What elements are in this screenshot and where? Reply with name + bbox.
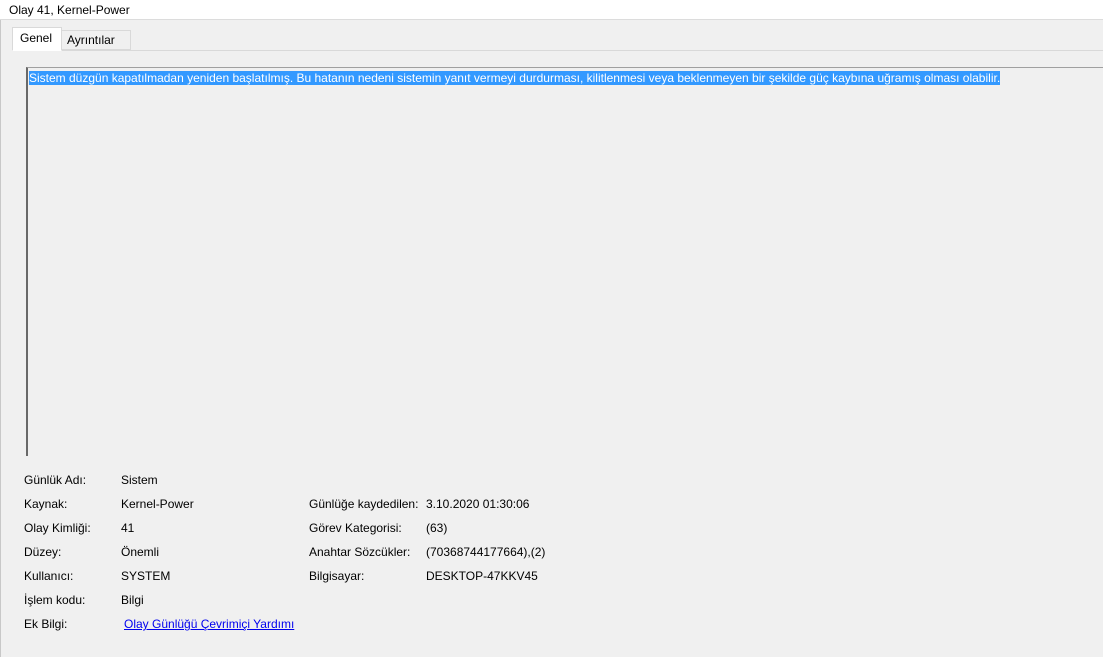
opcode-label: İşlem kodu: xyxy=(24,593,86,607)
level-label: Düzey: xyxy=(24,545,62,559)
source-label: Kaynak: xyxy=(24,497,68,511)
tab-general[interactable]: Genel xyxy=(12,27,62,51)
online-help-link[interactable]: Olay Günlüğü Çevrimiçi Yardımı xyxy=(124,617,294,631)
title-bar: Olay 41, Kernel-Power xyxy=(0,0,1103,20)
event-description: Sistem düzgün kapatılmadan yeniden başla… xyxy=(29,71,1001,85)
tab-divider xyxy=(12,50,1103,51)
opcode-value: Bilgi xyxy=(121,593,144,607)
task-category-label: Görev Kategorisi: xyxy=(309,521,402,535)
log-name-value: Sistem xyxy=(121,473,158,487)
computer-value: DESKTOP-47KKV45 xyxy=(426,569,538,583)
event-id-label: Olay Kimliği: xyxy=(24,521,91,535)
computer-label: Bilgisayar: xyxy=(309,569,365,583)
user-value: SYSTEM xyxy=(121,569,171,583)
logged-label: Günlüğe kaydedilen: xyxy=(309,497,419,511)
keywords-label: Anahtar Sözcükler: xyxy=(309,545,411,559)
window-title: Olay 41, Kernel-Power xyxy=(9,3,130,17)
tab-strip: Genel Ayrıntılar xyxy=(12,27,1103,51)
event-properties-window: Olay 41, Kernel-Power Genel Ayrıntılar S… xyxy=(0,0,1103,657)
log-name-label: Günlük Adı: xyxy=(24,473,87,487)
window-left-border xyxy=(0,0,1,657)
keywords-value: (70368744177664),(2) xyxy=(426,545,546,559)
source-value: Kernel-Power xyxy=(121,497,194,511)
task-category-value: (63) xyxy=(426,521,448,535)
tab-details[interactable]: Ayrıntılar xyxy=(62,30,131,50)
more-info-label: Ek Bilgi: xyxy=(24,617,68,631)
user-label: Kullanıcı: xyxy=(24,569,74,583)
event-description-box[interactable]: Sistem düzgün kapatılmadan yeniden başla… xyxy=(26,67,1103,456)
event-id-value: 41 xyxy=(121,521,135,535)
logged-value: 3.10.2020 01:30:06 xyxy=(426,497,530,511)
level-value: Önemli xyxy=(121,545,160,559)
selected-description-text: Sistem düzgün kapatılmadan yeniden başla… xyxy=(29,71,1001,85)
